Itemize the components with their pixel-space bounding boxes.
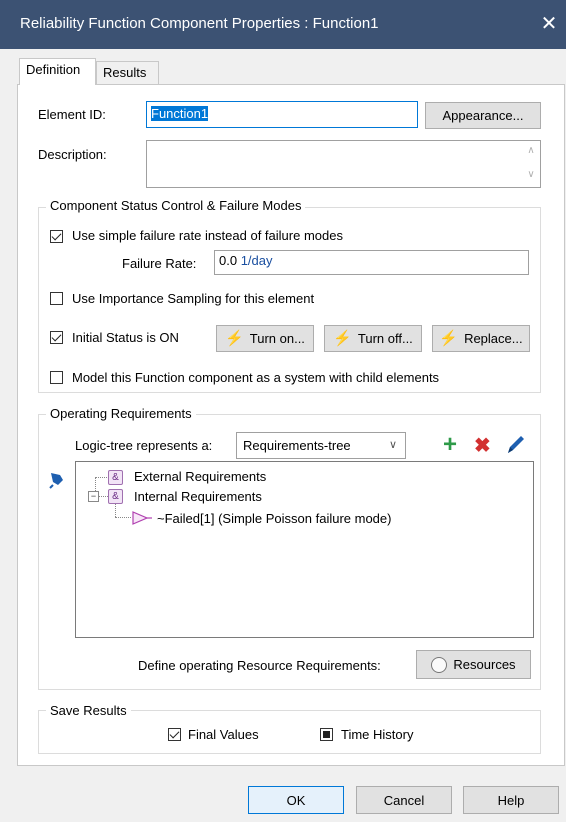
replace-button[interactable]: ⚡ Replace... [432, 325, 530, 352]
failure-rate-label: Failure Rate: [122, 256, 197, 271]
importance-sampling-label: Use Importance Sampling for this element [72, 291, 315, 306]
importance-sampling-checkbox[interactable] [50, 292, 63, 305]
x-icon[interactable]: ✖ [474, 432, 491, 460]
tree-line [115, 517, 131, 518]
chevron-down-icon: ∨ [388, 439, 397, 451]
turn-off-button[interactable]: ⚡ Turn off... [324, 325, 422, 352]
window-title: Reliability Function Component Propertie… [20, 15, 379, 32]
ok-button[interactable]: OK [248, 786, 344, 814]
close-icon[interactable]: ✕ [534, 9, 564, 39]
turn-on-label: Turn on... [249, 331, 305, 346]
help-button[interactable]: Help [463, 786, 559, 814]
tab-definition[interactable]: Definition [19, 58, 96, 85]
plus-icon[interactable]: + [443, 431, 457, 459]
resource-requirements-label: Define operating Resource Requirements: [138, 658, 381, 673]
tree-line [95, 477, 96, 491]
replace-label: Replace... [464, 331, 523, 346]
cancel-button[interactable]: Cancel [356, 786, 452, 814]
description-scrollbar[interactable]: ∧ ∨ [524, 145, 538, 181]
logic-tree-selected: Requirements-tree [243, 438, 351, 453]
logic-tree-select[interactable]: Requirements-tree ∨ [236, 432, 406, 459]
tree-line [115, 504, 116, 517]
status-group-title: Component Status Control & Failure Modes [46, 198, 306, 213]
element-id-label: Element ID: [38, 107, 106, 122]
initial-status-label: Initial Status is ON [72, 330, 179, 345]
pin-icon[interactable] [48, 470, 68, 490]
pencil-icon[interactable] [505, 432, 527, 456]
appearance-button[interactable]: Appearance... [425, 102, 541, 129]
failure-rate-value: 0.0 [219, 253, 238, 268]
tree-line [98, 496, 108, 497]
time-history-checkbox[interactable] [320, 728, 333, 741]
tree-item-internal[interactable]: Internal Requirements [134, 489, 262, 504]
model-as-system-label: Model this Function component as a syste… [72, 370, 440, 385]
simple-failure-rate-label: Use simple failure rate instead of failu… [72, 228, 343, 243]
operating-group-title: Operating Requirements [46, 406, 196, 421]
and-gate-icon: & [108, 489, 123, 504]
simple-failure-rate-checkbox[interactable] [50, 230, 63, 243]
tree-line [95, 477, 107, 478]
lightning-icon: ⚡ [333, 330, 352, 347]
save-results-title: Save Results [46, 703, 131, 718]
description-label: Description: [38, 147, 107, 162]
failure-rate-field[interactable]: 0.0 1/day [214, 250, 529, 275]
model-as-system-checkbox[interactable] [50, 371, 63, 384]
turn-off-label: Turn off... [357, 331, 413, 346]
resources-button[interactable]: Resources [416, 650, 531, 679]
lightning-icon: ⚡ [439, 330, 459, 347]
lightning-icon: ⚡ [225, 330, 244, 347]
and-gate-icon: & [108, 470, 123, 485]
turn-on-button[interactable]: ⚡ Turn on... [216, 325, 314, 352]
failure-rate-unit: 1/day [240, 253, 273, 268]
element-id-value: Function1 [151, 106, 209, 121]
final-values-checkbox[interactable] [168, 728, 181, 741]
element-id-field[interactable]: Function1 [146, 101, 418, 128]
final-values-label: Final Values [188, 727, 259, 742]
time-history-label: Time History [341, 727, 414, 742]
resources-label: Resources [453, 657, 516, 672]
title-bar: Reliability Function Component Propertie… [0, 0, 566, 49]
tree-item-failure-mode[interactable]: ~Failed[1] (Simple Poisson failure mode) [157, 511, 391, 526]
resources-icon [431, 656, 448, 673]
requirements-tree[interactable] [75, 461, 534, 638]
logic-tree-label: Logic-tree represents a: [75, 438, 213, 453]
failure-mode-icon [131, 510, 153, 526]
description-field[interactable]: ∧ ∨ [146, 140, 541, 188]
tree-item-external[interactable]: External Requirements [134, 469, 266, 484]
tab-results[interactable]: Results [96, 61, 159, 85]
initial-status-checkbox[interactable] [50, 331, 63, 344]
